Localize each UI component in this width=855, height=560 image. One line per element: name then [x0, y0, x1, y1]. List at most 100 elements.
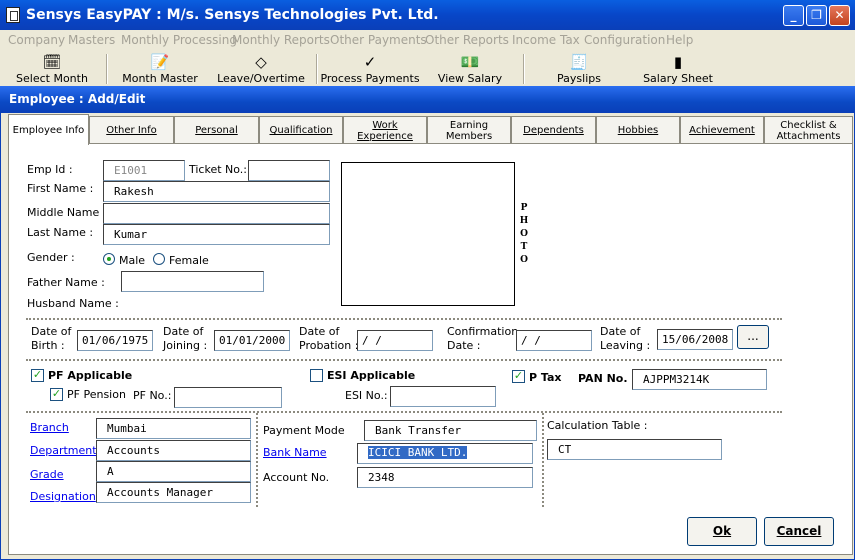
emp-id-field[interactable]: E1001 — [103, 160, 185, 181]
view-salary-button[interactable]: 💵 View Salary — [436, 52, 504, 85]
checkmark-icon: ✓ — [363, 53, 377, 71]
toolbar-separator — [106, 54, 108, 84]
process-payments-button[interactable]: ✓ Process Payments — [320, 52, 420, 85]
branch-field[interactable]: Mumbai — [96, 418, 251, 439]
ptax-checkbox[interactable]: ✓ — [512, 370, 525, 383]
designation-field[interactable]: Accounts Manager — [96, 482, 251, 503]
tab-other-info[interactable]: Other Info — [89, 116, 174, 144]
payment-mode-field[interactable]: Bank Transfer — [364, 420, 537, 441]
cancel-button[interactable]: Cancel — [764, 517, 834, 546]
tab-label: Hobbies — [617, 125, 659, 136]
last-name-field[interactable]: Kumar — [103, 224, 330, 245]
father-name-field[interactable] — [121, 271, 264, 292]
esi-no-label: ESI No.: — [345, 389, 388, 402]
department-field[interactable]: Accounts — [96, 440, 251, 461]
app-titlebar: Sensys EasyPAY : M/s. Sensys Technologie… — [0, 0, 855, 30]
sheet-icon: ▮ — [673, 53, 683, 71]
calculation-table-field[interactable]: CT — [547, 439, 722, 460]
tab-achievement[interactable]: Achievement — [680, 116, 764, 144]
menu-company[interactable]: Company — [8, 33, 65, 47]
grade-field[interactable]: A — [96, 461, 251, 482]
tab-label: Achievement — [689, 125, 755, 136]
process-payments-label: Process Payments — [320, 72, 420, 85]
menu-other-payments[interactable]: Other Payments — [330, 33, 427, 47]
designation-link[interactable]: Designation — [30, 490, 96, 503]
pan-no-field[interactable]: AJPPM3214K — [632, 369, 767, 390]
toolbar-separator — [316, 54, 318, 84]
menu-configuration[interactable]: Configuration — [584, 33, 665, 47]
leave-overtime-label: Leave/Overtime — [217, 72, 305, 85]
payslips-button[interactable]: 🧾 Payslips — [552, 52, 606, 85]
dol-label-line2: Leaving : — [600, 339, 651, 352]
toolbar: 🗓 Select Month 📝 Month Master ◇ Leave/Ov… — [0, 50, 855, 86]
money-icon: 💵 — [460, 53, 480, 71]
dob-label-line2: Birth : — [31, 339, 65, 352]
leave-overtime-button[interactable]: ◇ Leave/Overtime — [214, 52, 308, 85]
grade-link[interactable]: Grade — [30, 468, 64, 481]
middle-name-label: Middle Name : — [27, 206, 107, 219]
restore-button[interactable]: ❐ — [806, 5, 827, 26]
bank-name-field[interactable]: ICICI BANK LTD. — [357, 443, 533, 464]
tab-qualification[interactable]: Qualification — [259, 116, 343, 144]
branch-link[interactable]: Branch — [30, 421, 69, 434]
month-master-button[interactable]: 📝 Month Master — [118, 52, 202, 85]
doj-label-line1: Date of — [163, 325, 204, 338]
gender-female-label: Female — [169, 254, 209, 267]
dob-field[interactable]: 01/06/1975 — [77, 330, 153, 351]
dol-label-line1: Date of — [600, 325, 641, 338]
ok-button[interactable]: Ok — [687, 517, 757, 546]
gender-female-radio[interactable] — [153, 253, 165, 265]
emp-id-label: Emp Id : — [27, 163, 73, 176]
menu-income-tax[interactable]: Income Tax — [512, 33, 580, 47]
column-divider — [256, 413, 258, 507]
section-divider — [26, 359, 782, 361]
tab-work-experience[interactable]: Work Experience — [343, 116, 427, 144]
father-name-label: Father Name : — [27, 276, 105, 289]
menu-masters[interactable]: Masters — [68, 33, 115, 47]
confirmation-label-line2: Date : — [447, 339, 481, 352]
department-link[interactable]: Department — [30, 444, 97, 457]
tab-personal[interactable]: Personal — [174, 116, 259, 144]
confirmation-date-field[interactable]: / / — [516, 330, 592, 351]
menu-help[interactable]: Help — [666, 33, 693, 47]
tab-hobbies[interactable]: Hobbies — [596, 116, 680, 144]
payment-mode-label: Payment Mode — [263, 424, 345, 437]
close-button[interactable]: ✕ — [829, 5, 850, 26]
photo-box[interactable] — [341, 162, 515, 306]
bank-name-link[interactable]: Bank Name — [263, 446, 327, 459]
gender-male-radio[interactable] — [103, 253, 115, 265]
pf-applicable-checkbox[interactable]: ✓ — [31, 369, 44, 382]
section-divider — [26, 411, 782, 413]
dop-field[interactable]: / / — [357, 330, 433, 351]
account-no-field[interactable]: 2348 — [357, 467, 533, 488]
tab-employee-info[interactable]: Employee Info — [8, 114, 89, 145]
menu-monthly-processing[interactable]: Monthly Processing — [121, 33, 237, 47]
salary-sheet-label: Salary Sheet — [643, 72, 713, 85]
gender-male-label: Male — [119, 254, 146, 267]
tab-earning-members[interactable]: Earning Members — [427, 116, 511, 144]
menu-monthly-reports[interactable]: Monthly Reports — [232, 33, 330, 47]
tab-label: Qualification — [269, 125, 333, 136]
select-month-label: Select Month — [16, 72, 88, 85]
photo-label: PHOTO — [519, 203, 529, 265]
dol-field[interactable]: 15/06/2008 — [657, 329, 733, 350]
doj-field[interactable]: 01/01/2000 — [214, 330, 290, 351]
leaving-details-button[interactable]: ... — [737, 325, 769, 349]
dop-label-line1: Date of — [299, 325, 340, 338]
esi-applicable-checkbox[interactable] — [310, 369, 323, 382]
doj-label-line2: Joining : — [163, 339, 208, 352]
pf-pension-checkbox[interactable]: ✓ — [50, 388, 63, 401]
ticket-no-field[interactable] — [248, 160, 330, 181]
salary-sheet-button[interactable]: ▮ Salary Sheet — [640, 52, 716, 85]
toolbar-separator — [523, 54, 525, 84]
minimize-button[interactable]: _ — [783, 5, 804, 26]
pf-no-field[interactable] — [174, 387, 282, 408]
first-name-field[interactable]: Rakesh — [103, 181, 330, 202]
select-month-button[interactable]: 🗓 Select Month — [12, 52, 92, 85]
esi-no-field[interactable] — [390, 386, 496, 407]
middle-name-field[interactable] — [103, 203, 330, 224]
pf-no-label: PF No.: — [133, 389, 172, 402]
tab-dependents[interactable]: Dependents — [511, 116, 596, 144]
tab-checklist-attachments[interactable]: Checklist & Attachments — [764, 116, 853, 144]
menu-other-reports[interactable]: Other Reports — [425, 33, 509, 47]
